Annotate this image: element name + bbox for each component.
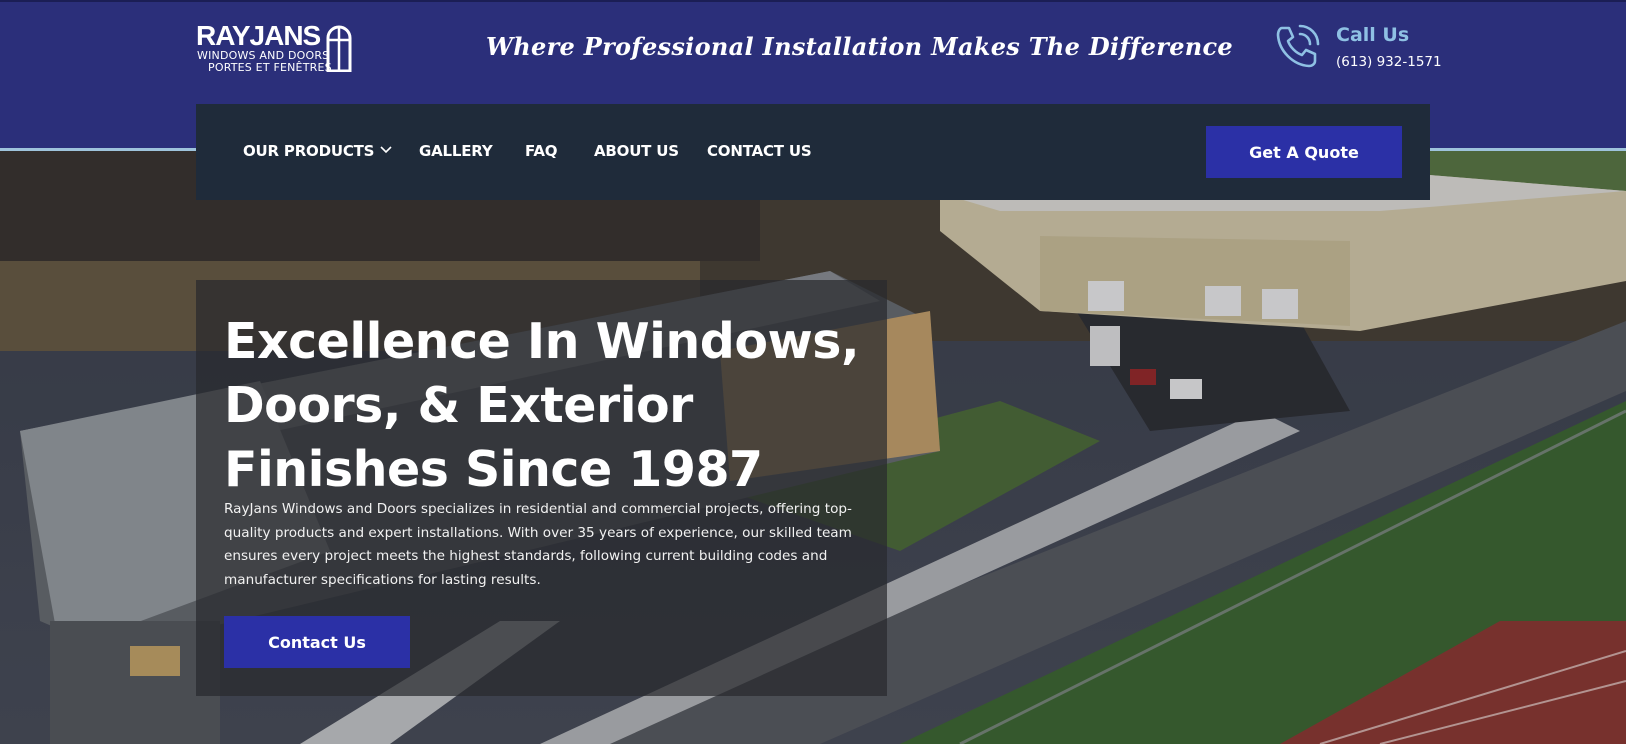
nav-item-our-products[interactable]: OUR PRODUCTS bbox=[243, 142, 392, 160]
call-us-label: Call Us bbox=[1336, 24, 1410, 46]
hero-title: Excellence In Windows, Doors, & Exterior… bbox=[224, 310, 884, 502]
window-icon bbox=[326, 25, 352, 72]
hero-title-line: Doors, & Exterior bbox=[224, 377, 693, 434]
nav-item-contact-us[interactable]: CONTACT US bbox=[707, 142, 812, 160]
phone-icon bbox=[1276, 24, 1320, 68]
call-us-block[interactable]: Call Us (613) 932-1571 bbox=[1272, 22, 1452, 74]
hero-title-line: Finishes Since 1987 bbox=[224, 441, 763, 498]
chevron-down-icon bbox=[380, 146, 392, 154]
hero-description: RayJans Windows and Doors specializes in… bbox=[224, 501, 852, 588]
nav-item-about-us[interactable]: ABOUT US bbox=[594, 142, 679, 160]
main-navigation: OUR PRODUCTS GALLERY FAQ ABOUT US CONTAC… bbox=[196, 104, 1430, 200]
logo-subtitle-fr: PORTES ET FENÊTRES bbox=[208, 61, 332, 74]
contact-us-button[interactable]: Contact Us bbox=[224, 616, 410, 668]
get-a-quote-button[interactable]: Get A Quote bbox=[1206, 126, 1402, 178]
header-tagline: Where Professional Installation Makes Th… bbox=[486, 32, 1233, 61]
nav-item-gallery[interactable]: GALLERY bbox=[419, 142, 493, 160]
hero-section: Excellence In Windows, Doors, & Exterior… bbox=[0, 151, 1626, 744]
hero-title-line: Excellence In Windows, bbox=[224, 313, 860, 370]
site-logo[interactable]: RAYJANS WINDOWS AND DOORS PORTES ET FENÊ… bbox=[196, 22, 356, 74]
logo-brand: RAYJANS bbox=[196, 20, 321, 51]
nav-item-label: OUR PRODUCTS bbox=[243, 142, 375, 160]
phone-number-link[interactable]: (613) 932-1571 bbox=[1336, 54, 1442, 70]
nav-item-faq[interactable]: FAQ bbox=[525, 142, 557, 160]
hero-content-card: Excellence In Windows, Doors, & Exterior… bbox=[196, 280, 887, 696]
